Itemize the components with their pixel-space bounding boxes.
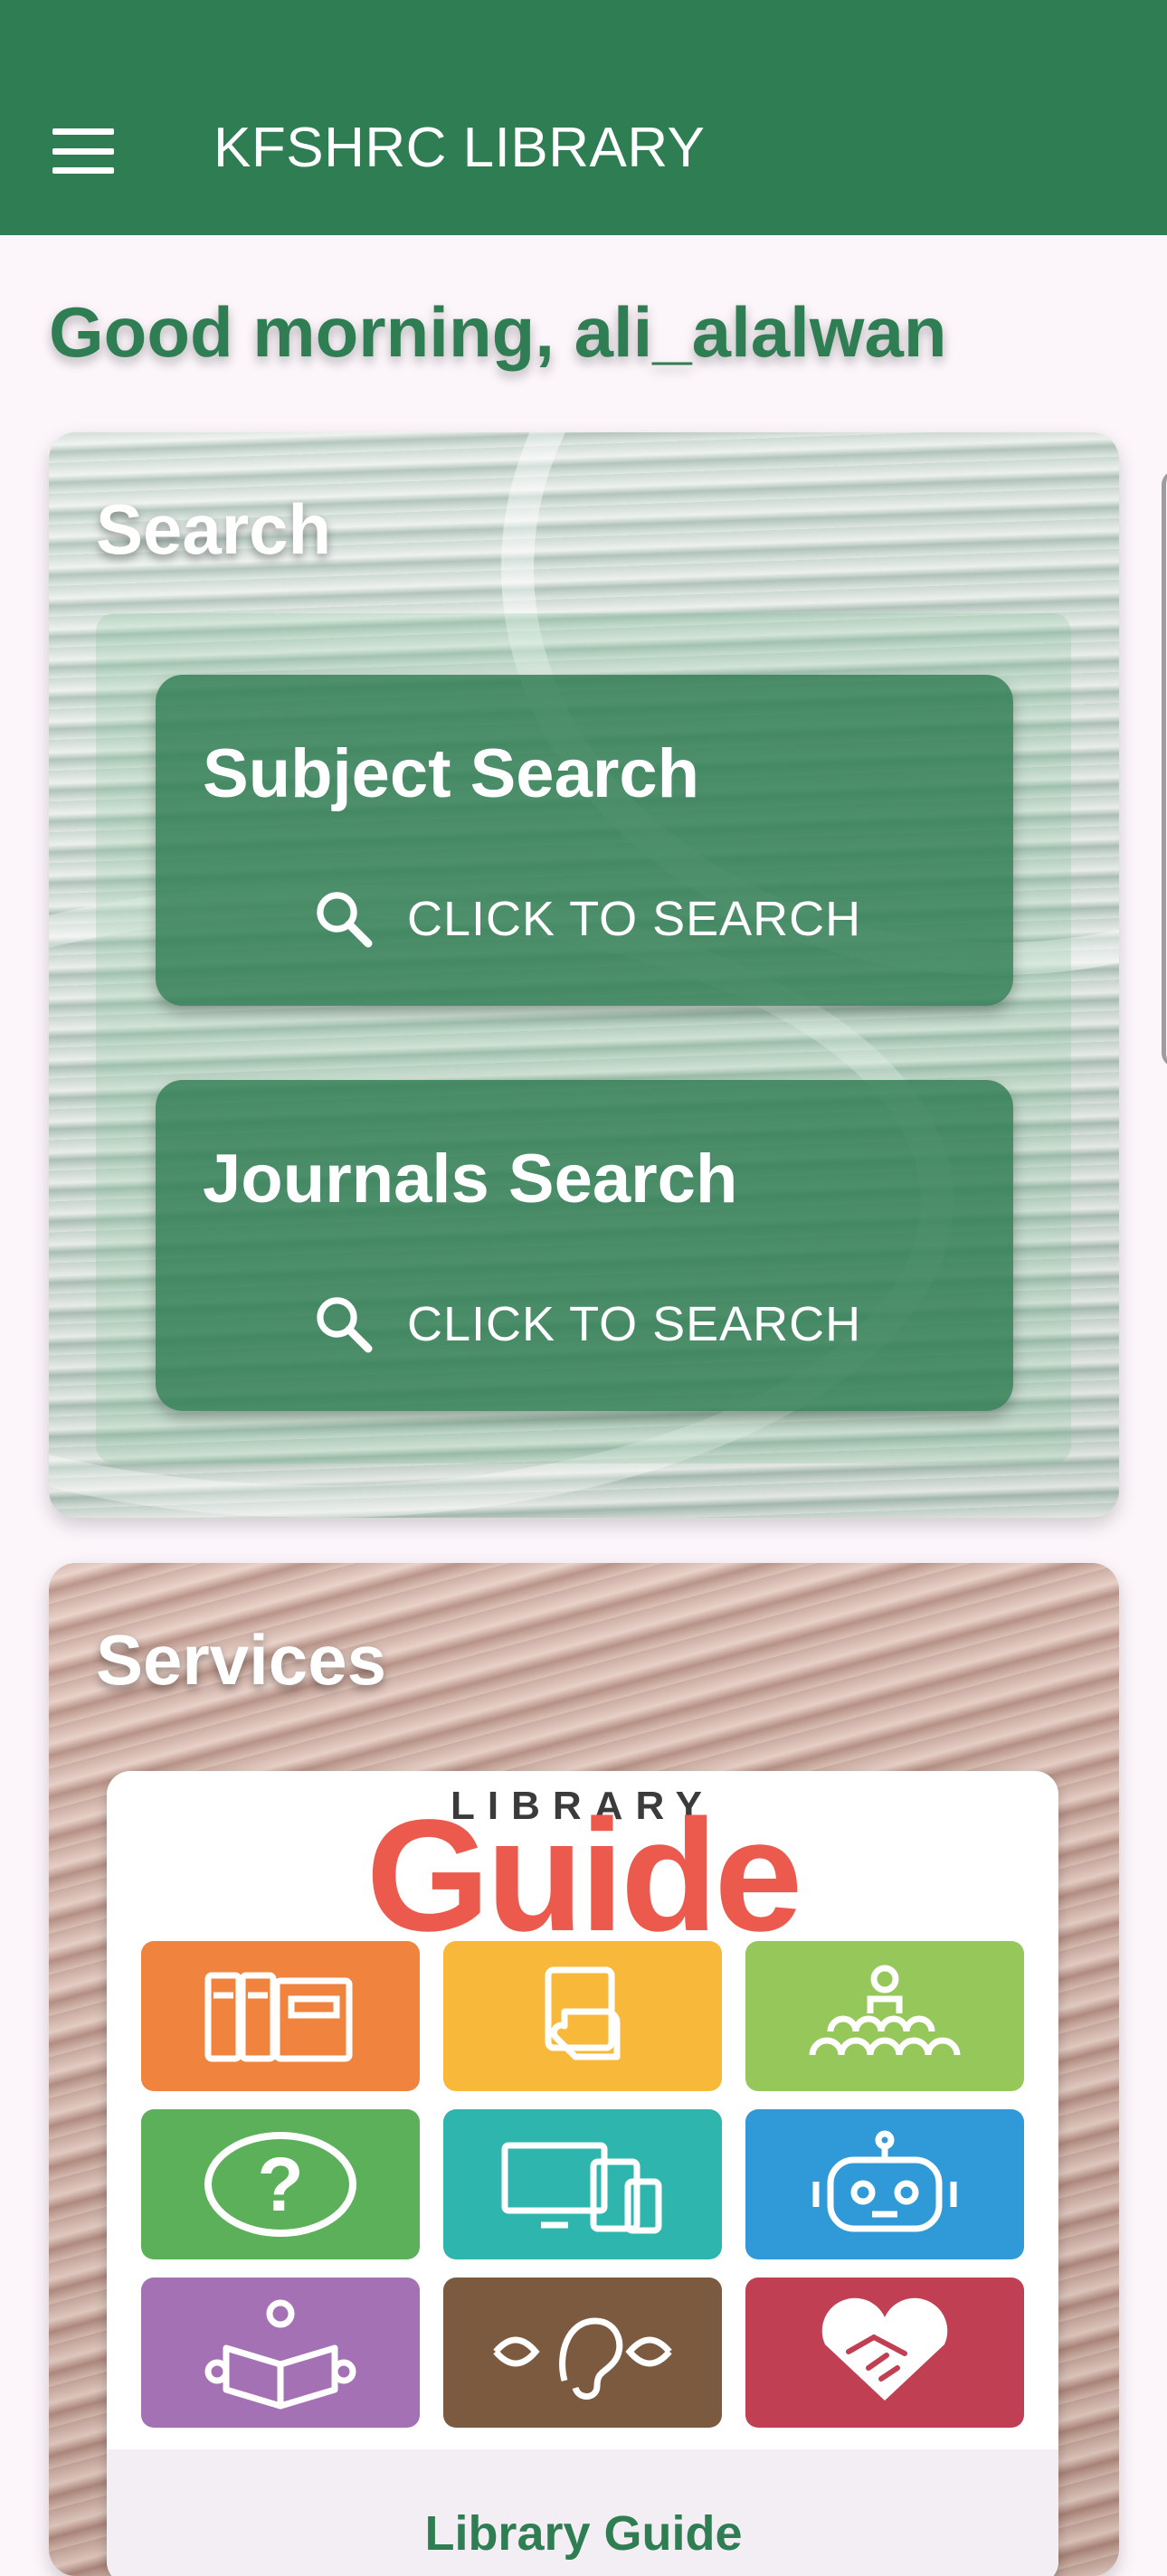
services-section-title: Services <box>96 1620 386 1700</box>
journals-search-action: CLICK TO SEARCH <box>311 1290 861 1359</box>
subject-search-title: Subject Search <box>203 735 700 812</box>
books-icon <box>141 1941 420 2091</box>
journals-search-title: Journals Search <box>203 1141 738 1217</box>
greeting-text: Good morning, ali_alalwan <box>49 292 947 372</box>
search-card: Search Subject Search CLICK TO SEARCH Jo… <box>49 432 1119 1518</box>
subject-search-button[interactable]: Subject Search CLICK TO SEARCH <box>156 675 1013 1006</box>
question-icon: ? <box>141 2109 420 2259</box>
robot-icon <box>745 2109 1024 2259</box>
audience-icon <box>745 1941 1024 2091</box>
document-hand-icon <box>443 1941 722 2091</box>
search-section-title: Search <box>96 489 332 569</box>
reader-icon <box>141 2278 420 2428</box>
subject-search-action: CLICK TO SEARCH <box>311 885 861 953</box>
eye-ear-icon <box>443 2278 722 2428</box>
subject-search-action-label: CLICK TO SEARCH <box>407 892 862 946</box>
library-guide-label[interactable]: Library Guide <box>0 2505 1167 2562</box>
services-card: Services LIBRARY Guide ? <box>49 1563 1119 2576</box>
library-guide-card[interactable]: LIBRARY Guide ? <box>107 1771 1058 2576</box>
search-icon <box>317 1297 373 1353</box>
guide-icon-grid: ? <box>141 1941 1024 2428</box>
svg-text:?: ? <box>257 2142 303 2227</box>
devices-icon <box>443 2109 722 2259</box>
guide-logo-large: Guide <box>365 1787 803 1965</box>
app-bar: KFSHRC LIBRARY <box>0 0 1167 235</box>
search-icon <box>317 892 373 948</box>
journals-search-button[interactable]: Journals Search CLICK TO SEARCH <box>156 1080 1013 1411</box>
next-card-edge <box>1162 470 1167 1067</box>
heart-handshake-icon <box>745 2278 1024 2428</box>
journals-search-action-label: CLICK TO SEARCH <box>407 1297 862 1351</box>
menu-icon[interactable] <box>52 128 114 174</box>
app-title: KFSHRC LIBRARY <box>213 117 706 179</box>
